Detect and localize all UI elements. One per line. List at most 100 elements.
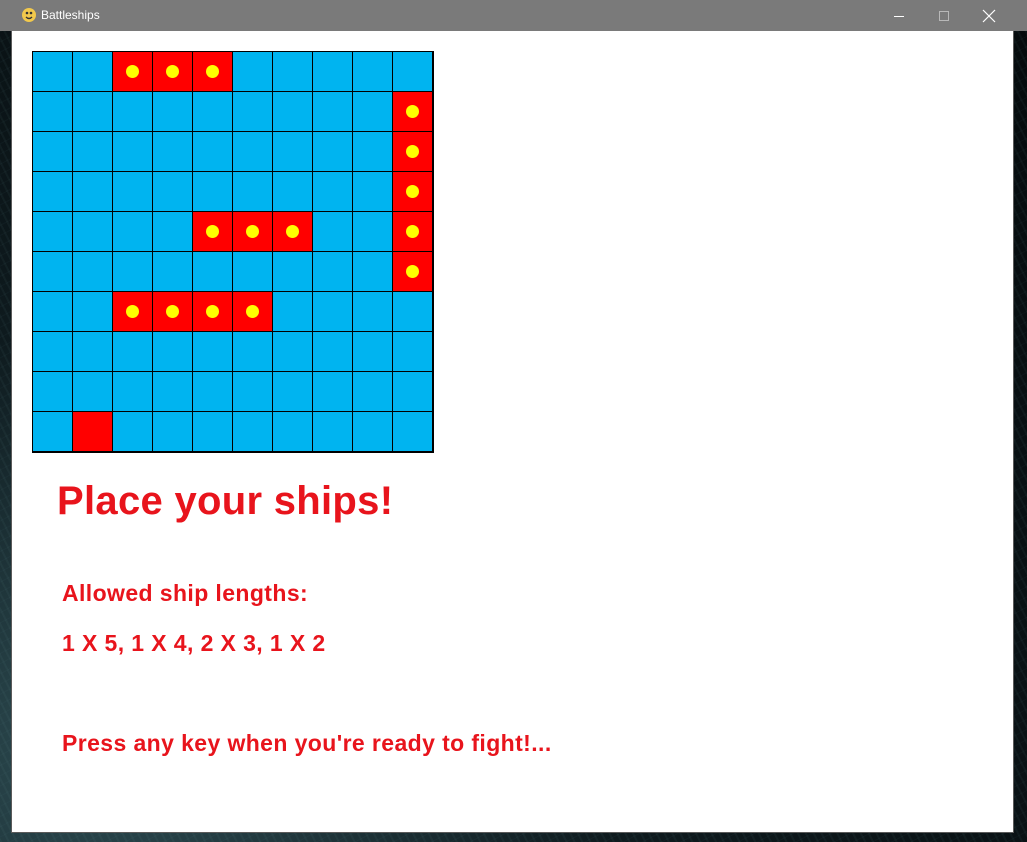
board-cell-water[interactable] [233,92,273,132]
board-cell-water[interactable] [313,52,353,92]
board-cell-ship[interactable] [393,212,433,252]
board-cell-water[interactable] [33,332,73,372]
board-cell-water[interactable] [193,252,233,292]
board-cell-ship[interactable] [393,252,433,292]
board-cell-water[interactable] [153,172,193,212]
board-cell-water[interactable] [73,212,113,252]
board-cell-water[interactable] [393,412,433,452]
board-cell-water[interactable] [233,132,273,172]
board-cell-water[interactable] [193,92,233,132]
board-cell-water[interactable] [113,252,153,292]
board-cell-water[interactable] [313,212,353,252]
board-cell-water[interactable] [33,212,73,252]
board-cell-water[interactable] [273,132,313,172]
maximize-button[interactable] [921,0,966,31]
board-cell-water[interactable] [73,372,113,412]
board-cell-cursor[interactable] [73,412,113,452]
board-cell-water[interactable] [193,332,233,372]
board-cell-water[interactable] [33,292,73,332]
board-cell-ship[interactable] [113,292,153,332]
board-cell-water[interactable] [313,372,353,412]
board-cell-water[interactable] [313,92,353,132]
board-cell-water[interactable] [353,332,393,372]
board-cell-water[interactable] [113,172,153,212]
board-cell-water[interactable] [313,252,353,292]
board-cell-water[interactable] [113,412,153,452]
board-cell-water[interactable] [153,372,193,412]
board-cell-water[interactable] [113,212,153,252]
board-cell-ship[interactable] [193,212,233,252]
board-cell-water[interactable] [273,412,313,452]
board-cell-ship[interactable] [393,172,433,212]
board-cell-water[interactable] [113,132,153,172]
board-cell-ship[interactable] [113,52,153,92]
board-cell-water[interactable] [273,292,313,332]
board-cell-water[interactable] [393,332,433,372]
board-cell-ship[interactable] [393,92,433,132]
board-cell-ship[interactable] [233,292,273,332]
board-cell-water[interactable] [193,132,233,172]
title-bar[interactable]: Battleships [0,0,1027,31]
board-cell-water[interactable] [233,332,273,372]
board-cell-water[interactable] [33,92,73,132]
board-cell-water[interactable] [393,372,433,412]
board-cell-water[interactable] [73,172,113,212]
board-cell-water[interactable] [193,172,233,212]
board-cell-water[interactable] [33,412,73,452]
board-cell-ship[interactable] [193,292,233,332]
board-cell-ship[interactable] [153,292,193,332]
board-cell-water[interactable] [233,412,273,452]
board-cell-ship[interactable] [273,212,313,252]
board-cell-water[interactable] [233,52,273,92]
board-cell-water[interactable] [73,292,113,332]
board-cell-water[interactable] [73,132,113,172]
board-cell-water[interactable] [33,132,73,172]
board-cell-water[interactable] [313,292,353,332]
board-cell-water[interactable] [73,52,113,92]
board-cell-water[interactable] [193,412,233,452]
board-cell-ship[interactable] [193,52,233,92]
board-cell-water[interactable] [353,412,393,452]
board-cell-water[interactable] [393,292,433,332]
board-cell-water[interactable] [153,252,193,292]
board-cell-water[interactable] [233,372,273,412]
board-cell-water[interactable] [73,92,113,132]
board-cell-water[interactable] [273,332,313,372]
board-cell-water[interactable] [113,372,153,412]
board-cell-water[interactable] [113,92,153,132]
board-cell-water[interactable] [153,332,193,372]
board-cell-water[interactable] [233,252,273,292]
board-cell-water[interactable] [33,372,73,412]
board-cell-water[interactable] [353,92,393,132]
board-cell-ship[interactable] [393,132,433,172]
board-cell-water[interactable] [153,92,193,132]
board-cell-water[interactable] [113,332,153,372]
board-cell-water[interactable] [353,252,393,292]
board-cell-water[interactable] [273,92,313,132]
board-cell-water[interactable] [193,372,233,412]
board-cell-water[interactable] [33,52,73,92]
board-cell-ship[interactable] [153,52,193,92]
board-cell-ship[interactable] [233,212,273,252]
board-cell-water[interactable] [33,172,73,212]
board-cell-water[interactable] [153,412,193,452]
minimize-button[interactable] [876,0,921,31]
close-button[interactable] [966,0,1011,31]
board-cell-water[interactable] [313,412,353,452]
board-cell-water[interactable] [273,172,313,212]
ship-placement-board[interactable] [32,51,434,453]
game-canvas[interactable]: Place your ships! Allowed ship lengths: … [12,31,1013,832]
board-cell-water[interactable] [353,132,393,172]
board-cell-water[interactable] [313,172,353,212]
board-cell-water[interactable] [353,292,393,332]
board-cell-water[interactable] [273,52,313,92]
board-cell-water[interactable] [273,252,313,292]
board-cell-water[interactable] [233,172,273,212]
board-cell-water[interactable] [73,332,113,372]
board-cell-water[interactable] [353,372,393,412]
board-cell-water[interactable] [273,372,313,412]
board-cell-water[interactable] [153,132,193,172]
board-cell-water[interactable] [353,172,393,212]
board-cell-water[interactable] [73,252,113,292]
board-cell-water[interactable] [313,332,353,372]
